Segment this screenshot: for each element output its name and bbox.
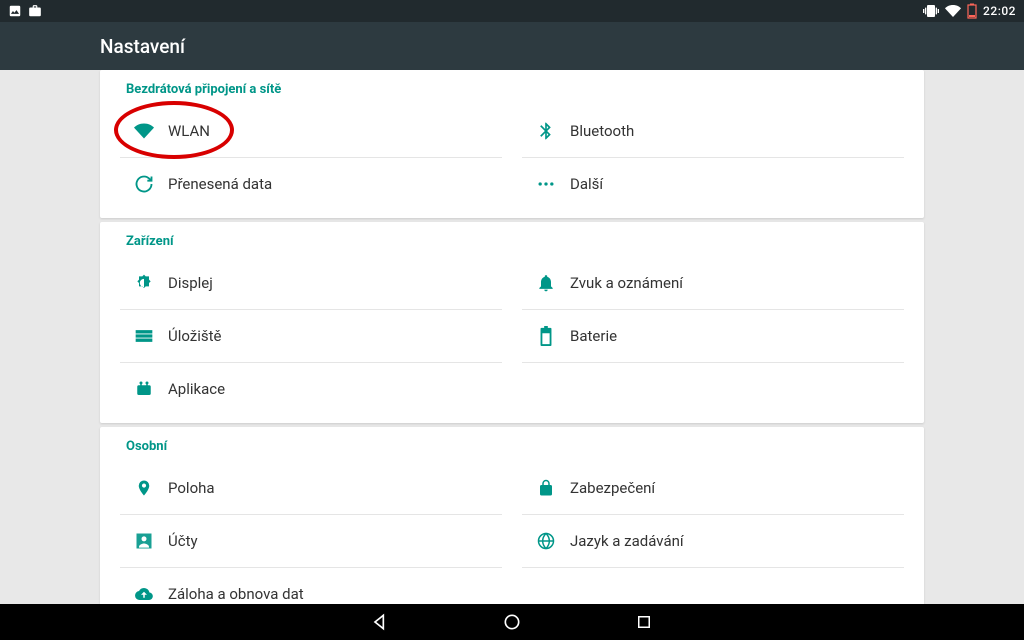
language-label: Jazyk a zadávání xyxy=(570,532,684,550)
sound-item[interactable]: Zvuk a oznámení xyxy=(522,257,904,309)
status-clock: 22:02 xyxy=(983,4,1016,18)
page-title: Nastavení xyxy=(100,35,185,58)
data-usage-item[interactable]: Přenesená data xyxy=(120,158,502,210)
home-button[interactable] xyxy=(501,611,523,633)
wifi-status-icon xyxy=(945,3,961,19)
security-item[interactable]: Zabezpečení xyxy=(522,462,904,514)
briefcase-icon xyxy=(28,4,42,18)
storage-label: Úložiště xyxy=(168,327,222,345)
accounts-label: Účty xyxy=(168,532,198,550)
bell-icon xyxy=(522,273,570,293)
more-item[interactable]: Další xyxy=(522,158,904,210)
storage-item[interactable]: Úložiště xyxy=(120,310,502,362)
status-bar: 22:02 xyxy=(0,0,1024,22)
location-icon xyxy=(120,478,168,498)
section-personal: Osobní Poloha Zabezpečení Účty xyxy=(100,427,924,604)
battery-item[interactable]: Baterie xyxy=(522,310,904,362)
display-label: Displej xyxy=(168,274,213,292)
globe-icon xyxy=(522,531,570,551)
section-header-personal: Osobní xyxy=(100,427,924,462)
data-usage-label: Přenesená data xyxy=(168,175,272,193)
recents-button[interactable] xyxy=(633,611,655,633)
bluetooth-label: Bluetooth xyxy=(570,122,634,140)
section-device: Zařízení Displej Zvuk a oznámení Úložišt… xyxy=(100,222,924,423)
brightness-icon xyxy=(120,273,168,293)
battery-label: Baterie xyxy=(570,327,617,345)
language-item[interactable]: Jazyk a zadávání xyxy=(522,515,904,567)
back-button[interactable] xyxy=(369,611,391,633)
settings-scroll[interactable]: Bezdrátová připojení a sítě WLAN Bluetoo… xyxy=(0,70,1024,604)
security-label: Zabezpečení xyxy=(570,479,655,497)
apps-label: Aplikace xyxy=(168,380,225,398)
section-wireless: Bezdrátová připojení a sítě WLAN Bluetoo… xyxy=(100,70,924,218)
location-label: Poloha xyxy=(168,479,215,497)
wlan-item[interactable]: WLAN xyxy=(120,105,502,157)
backup-label: Záloha a obnova dat xyxy=(168,585,304,603)
wlan-label: WLAN xyxy=(168,122,210,140)
bluetooth-icon xyxy=(522,121,570,141)
apps-item[interactable]: Aplikace xyxy=(120,363,502,415)
more-label: Další xyxy=(570,175,603,193)
backup-icon xyxy=(120,585,168,603)
display-item[interactable]: Displej xyxy=(120,257,502,309)
backup-item[interactable]: Záloha a obnova dat xyxy=(120,568,502,604)
account-icon xyxy=(120,531,168,551)
accounts-item[interactable]: Účty xyxy=(120,515,502,567)
section-header-device: Zařízení xyxy=(100,222,924,257)
vibrate-icon xyxy=(923,3,939,19)
battery-low-icon xyxy=(967,3,977,19)
sound-label: Zvuk a oznámení xyxy=(570,274,683,292)
wifi-icon xyxy=(120,121,168,141)
lock-icon xyxy=(522,478,570,498)
image-icon xyxy=(8,4,22,18)
nav-bar xyxy=(0,604,1024,640)
battery-icon xyxy=(522,326,570,346)
apps-icon xyxy=(120,379,168,399)
storage-icon xyxy=(120,326,168,346)
app-bar: Nastavení xyxy=(0,22,1024,70)
more-icon xyxy=(522,174,570,194)
sync-icon xyxy=(120,174,168,194)
bluetooth-item[interactable]: Bluetooth xyxy=(522,105,904,157)
location-item[interactable]: Poloha xyxy=(120,462,502,514)
section-header-wireless: Bezdrátová připojení a sítě xyxy=(100,70,924,105)
